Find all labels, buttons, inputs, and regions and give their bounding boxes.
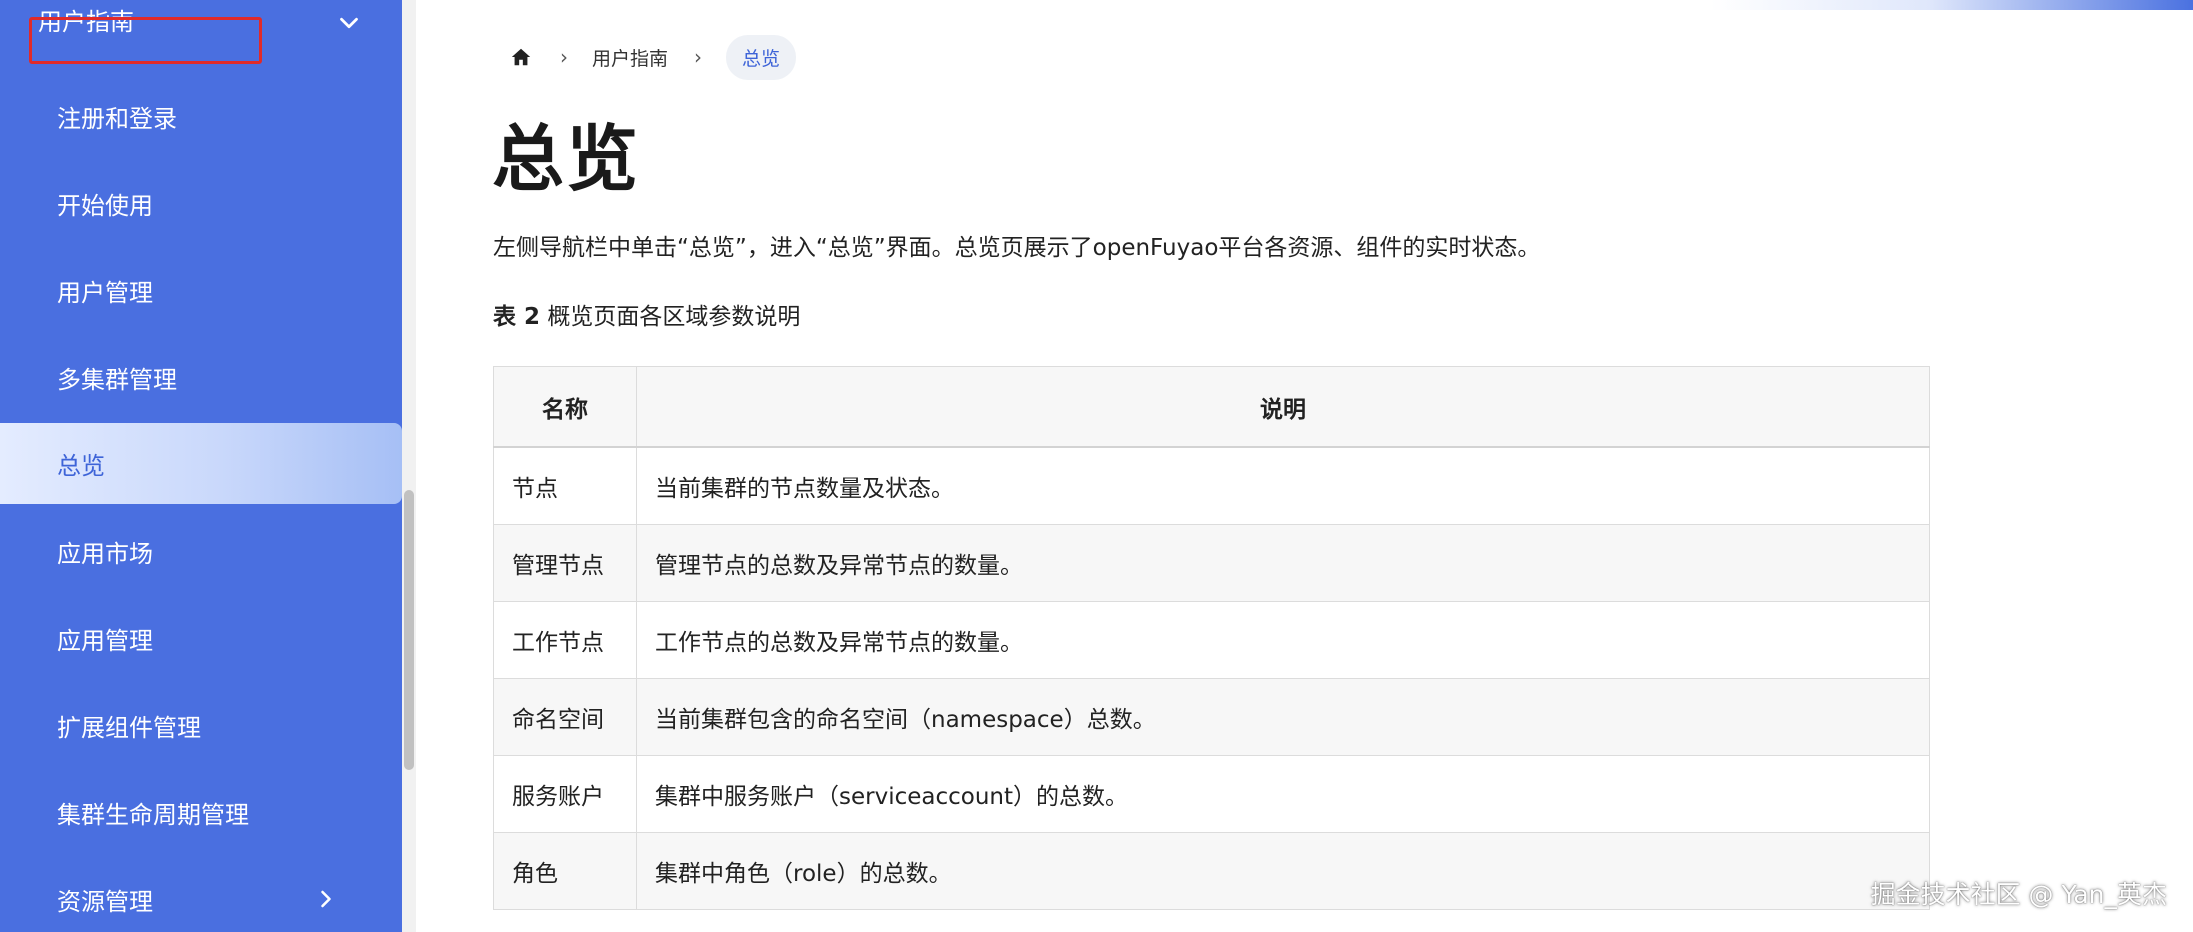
table-caption-text: 概览页面各区域参数说明 (540, 304, 801, 330)
sidebar-item-label: 扩展组件管理 (57, 714, 201, 742)
sidebar-item-label: 多集群管理 (57, 366, 177, 394)
table-cell-description: 集群中服务账户（serviceaccount）的总数。 (636, 755, 1930, 833)
breadcrumb-item-user-guide[interactable]: 用户指南 (592, 44, 668, 71)
breadcrumb-item-current: 总览 (726, 34, 797, 80)
table-cell-description: 工作节点的总数及异常节点的数量。 (636, 601, 1930, 679)
home-icon[interactable] (508, 44, 534, 70)
sidebar-nav: 用户指南 注册和登录 开始使用 用户管理 多集群管理 总览 应用市场 应用管理 … (0, 0, 402, 932)
table-row: 命名空间 当前集群包含的命名空间（namespace）总数。 (493, 678, 1930, 756)
table-cell-name: 命名空间 (493, 678, 637, 756)
table-header-row: 名称 说明 (493, 366, 1930, 448)
sidebar-item-label: 应用市场 (57, 540, 153, 568)
sidebar-item-extension-management[interactable]: 扩展组件管理 (0, 685, 402, 766)
table-cell-description: 管理节点的总数及异常节点的数量。 (636, 524, 1930, 602)
watermark: 掘金技术社区 @ Yan_英杰 (1870, 880, 2167, 909)
sidebar-item-user-management[interactable]: 用户管理 (0, 250, 402, 331)
page-title: 总览 (492, 117, 641, 201)
sidebar-item-app-market[interactable]: 应用市场 (0, 511, 402, 592)
sidebar-item-label: 总览 (57, 452, 105, 480)
sidebar-item-label: 集群生命周期管理 (57, 801, 249, 829)
sidebar-item-label: 应用管理 (57, 627, 153, 655)
table-cell-name: 服务账户 (493, 755, 637, 833)
sidebar-scrollbar-track[interactable] (402, 0, 416, 932)
breadcrumb-separator-icon: › (694, 45, 703, 69)
table-cell-name: 角色 (493, 832, 637, 910)
sidebar-scrollbar-thumb[interactable] (404, 490, 414, 770)
table-cell-description: 当前集群包含的命名空间（namespace）总数。 (636, 678, 1930, 756)
table-cell-name: 管理节点 (493, 524, 637, 602)
sidebar-item-label: 用户管理 (57, 279, 153, 307)
table-row: 节点 当前集群的节点数量及状态。 (493, 446, 1930, 525)
sidebar-item-overview[interactable]: 总览 (0, 423, 402, 504)
table-row: 工作节点 工作节点的总数及异常节点的数量。 (493, 601, 1930, 679)
table-cell-description: 集群中角色（role）的总数。 (636, 832, 1930, 910)
table-header-name: 名称 (493, 366, 637, 448)
breadcrumb: › 用户指南 › 总览 (508, 34, 797, 80)
sidebar-item-label: 资源管理 (57, 888, 153, 916)
table-row: 服务账户 集群中服务账户（serviceaccount）的总数。 (493, 755, 1930, 833)
sidebar-item-register-login[interactable]: 注册和登录 (0, 76, 402, 157)
table-row: 管理节点 管理节点的总数及异常节点的数量。 (493, 524, 1930, 602)
sidebar-item-getting-started[interactable]: 开始使用 (0, 163, 402, 244)
sidebar-item-resource-management[interactable]: 资源管理 (0, 859, 402, 932)
sidebar-item-cluster-lifecycle[interactable]: 集群生命周期管理 (0, 772, 402, 853)
table-cell-description: 当前集群的节点数量及状态。 (636, 446, 1930, 525)
parameter-table: 名称 说明 节点 当前集群的节点数量及状态。 管理节点 管理节点的总数及异常节点… (493, 366, 1930, 910)
intro-paragraph: 左侧导航栏中单击“总览”，进入“总览”界面。总览页展示了openFuyao平台各… (493, 235, 1541, 261)
table-header-description: 说明 (636, 366, 1930, 448)
red-highlight-box (29, 17, 262, 64)
table-cell-name: 工作节点 (493, 601, 637, 679)
breadcrumb-separator-icon: › (560, 45, 568, 69)
table-row: 角色 集群中角色（role）的总数。 (493, 832, 1930, 910)
table-cell-name: 节点 (493, 446, 637, 525)
sidebar-item-label: 注册和登录 (57, 105, 177, 133)
table-caption-number: 表 2 (493, 304, 541, 330)
table-caption: 表 2 概览页面各区域参数说明 (493, 297, 800, 331)
chevron-right-icon[interactable] (312, 885, 340, 913)
sidebar-item-multi-cluster[interactable]: 多集群管理 (0, 337, 402, 418)
sidebar-item-label: 开始使用 (57, 192, 153, 220)
chevron-down-icon[interactable] (334, 8, 364, 38)
sidebar-item-app-management[interactable]: 应用管理 (0, 598, 402, 679)
